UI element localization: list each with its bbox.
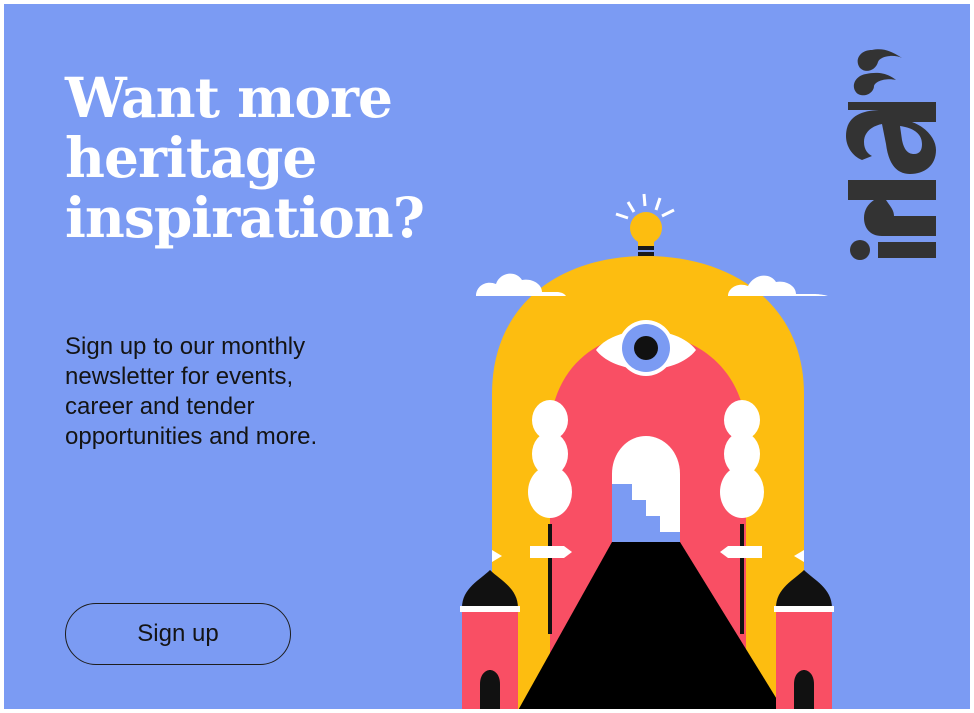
light-bulb-icon [615, 193, 675, 256]
cloud-icon [728, 275, 828, 296]
headline-line-3: inspiration? [65, 185, 425, 250]
headline: Want more heritage inspiration? [65, 68, 485, 248]
sign-up-button[interactable]: Sign up [65, 603, 291, 665]
heritage-building-illustration-icon [460, 193, 834, 709]
newsletter-promo-card: Want more heritage inspiration? Sign up … [4, 4, 970, 709]
description-line-1: Sign up to our monthly [65, 333, 306, 360]
description-line-4: opportunities and more. [65, 423, 318, 450]
headline-line-2: heritage [65, 125, 317, 190]
ahi-logo-icon [846, 49, 936, 260]
headline-line-1: Want more [65, 65, 393, 130]
description: Sign up to our monthly newsletter for ev… [65, 332, 395, 452]
description-line-3: career and tender [65, 393, 255, 420]
description-line-2: newsletter for events, [65, 363, 294, 390]
